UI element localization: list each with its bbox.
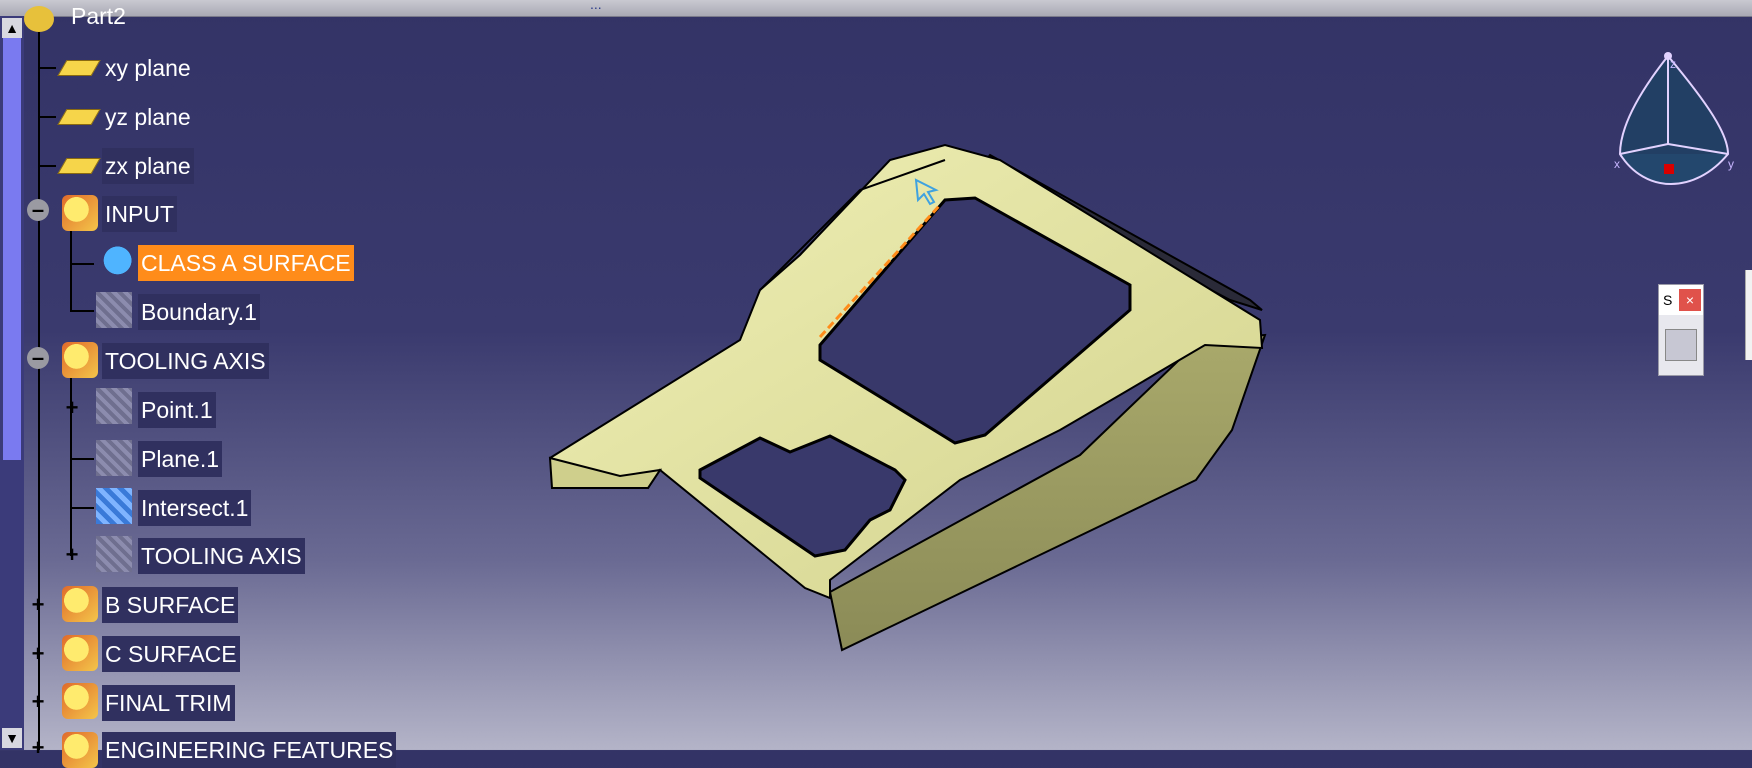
compass-origin (1664, 164, 1674, 174)
floating-toolbar: S × (1658, 284, 1704, 376)
close-button[interactable]: × (1679, 289, 1701, 311)
compass-widget[interactable]: z x y (1610, 44, 1740, 214)
right-panel-edge (1745, 270, 1752, 360)
compass-z-label: z (1670, 57, 1676, 71)
sketch-tool-icon[interactable] (1665, 329, 1697, 361)
compass-x-label: x (1614, 157, 1620, 171)
compass-y-label: y (1728, 157, 1734, 171)
part-3d-model[interactable] (0, 0, 1752, 750)
